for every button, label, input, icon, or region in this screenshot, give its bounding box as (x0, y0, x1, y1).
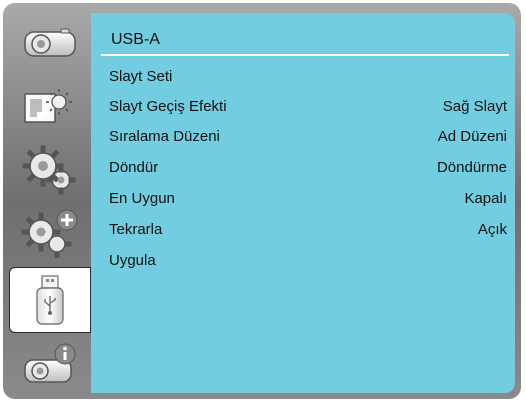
menu-item-slide-transition[interactable]: Slayt Geçiş Efekti Sağ Slayt (109, 95, 507, 117)
menu-item-sort-order[interactable]: Sıralama Düzeni Ad Düzeni (109, 125, 507, 147)
menu-item-slide-set[interactable]: Slayt Seti (109, 65, 507, 87)
sidebar-item-expanded-setting[interactable] (9, 201, 91, 261)
menu-item-best-fit[interactable]: En Uygun Kapalı (109, 187, 507, 209)
projector-icon (24, 28, 76, 57)
panel-title: USB-A (111, 31, 160, 48)
main-panel: USB-A Slayt Seti Slayt Geçiş Efekti Sağ … (91, 13, 515, 393)
menu-item-value: Döndürme (436, 158, 507, 176)
picture-brightness-icon (24, 89, 72, 123)
sidebar-item-setting[interactable] (9, 139, 91, 199)
menu-item-label: Slayt Seti (109, 67, 173, 85)
title-divider (101, 54, 509, 56)
osd-frame: USB-A Slayt Seti Slayt Geçiş Efekti Sağ … (3, 3, 521, 399)
menu-item-value: Açık (477, 220, 507, 238)
menu-item-label: Uygula (109, 251, 156, 269)
menu-item-repeat[interactable]: Tekrarla Açık (109, 218, 507, 240)
menu-item-label: Slayt Geçiş Efekti (109, 97, 227, 115)
menu-item-label: Sıralama Düzeni (109, 127, 220, 145)
sidebar-item-usb[interactable] (9, 267, 91, 333)
gears-plus-icon (21, 209, 78, 258)
menu-item-rotate[interactable]: Döndür Döndürme (109, 156, 507, 178)
menu-item-value: Kapalı (464, 189, 507, 207)
menu-item-label: Döndür (109, 158, 159, 176)
menu-item-value: Sağ Slayt (442, 97, 507, 115)
sidebar-item-information[interactable] (9, 333, 91, 393)
sidebar-item-picture[interactable] (9, 77, 91, 137)
sidebar (9, 11, 91, 393)
menu-item-value: Ad Düzeni (437, 127, 507, 145)
gears-icon (22, 145, 76, 195)
menu-item-apply[interactable]: Uygula (109, 249, 507, 271)
menu-item-label: En Uygun (109, 189, 175, 207)
usb-drive-icon (36, 275, 64, 325)
info-projector-icon (24, 343, 76, 383)
menu-item-label: Tekrarla (109, 220, 163, 238)
sidebar-item-display[interactable] (9, 13, 91, 73)
